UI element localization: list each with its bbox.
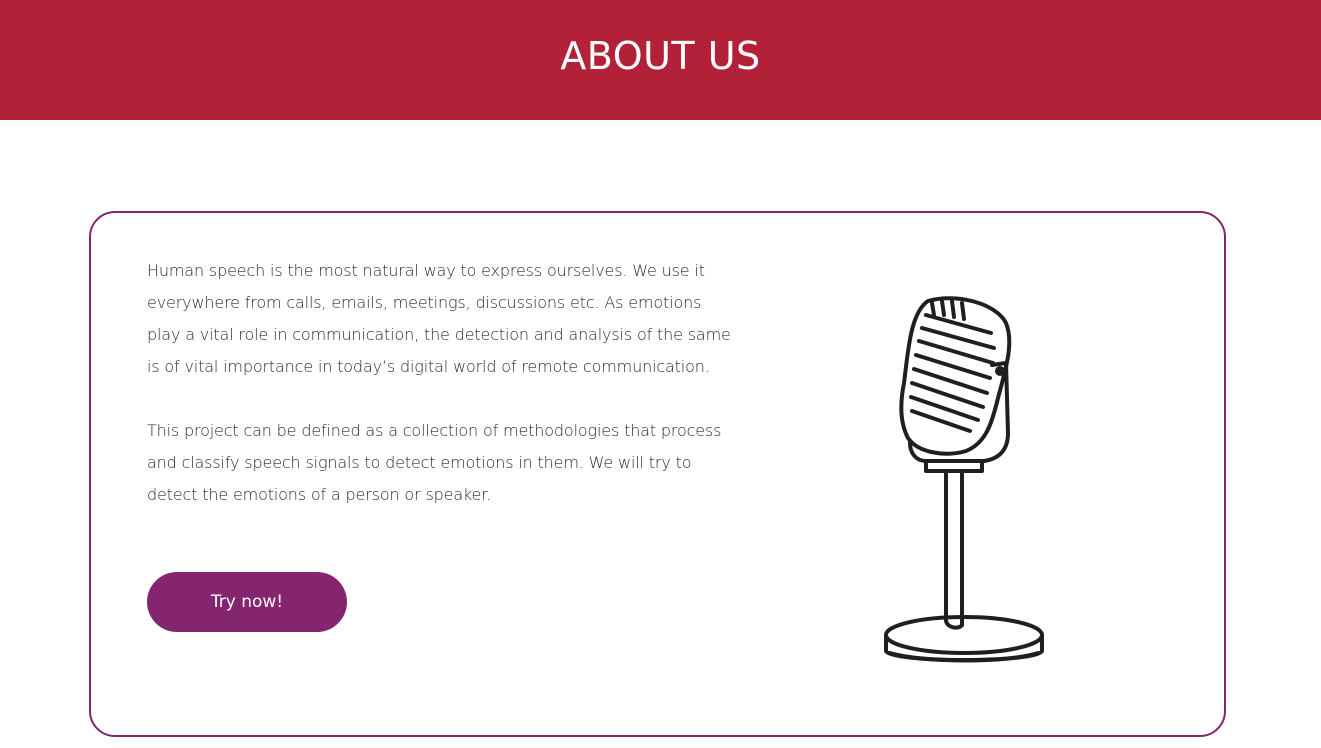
about-paragraph-1: Human speech is the most natural way to … xyxy=(147,261,731,376)
microphone-icon xyxy=(884,296,1044,663)
about-paragraph-2: This project can be defined as a collect… xyxy=(147,421,722,504)
page-header: ABOUT US xyxy=(0,0,1321,120)
about-card: Human speech is the most natural way to … xyxy=(89,211,1226,737)
about-text: Human speech is the most natural way to … xyxy=(147,255,737,543)
page-title: ABOUT US xyxy=(560,34,761,78)
try-now-button[interactable]: Try now! xyxy=(147,572,347,632)
